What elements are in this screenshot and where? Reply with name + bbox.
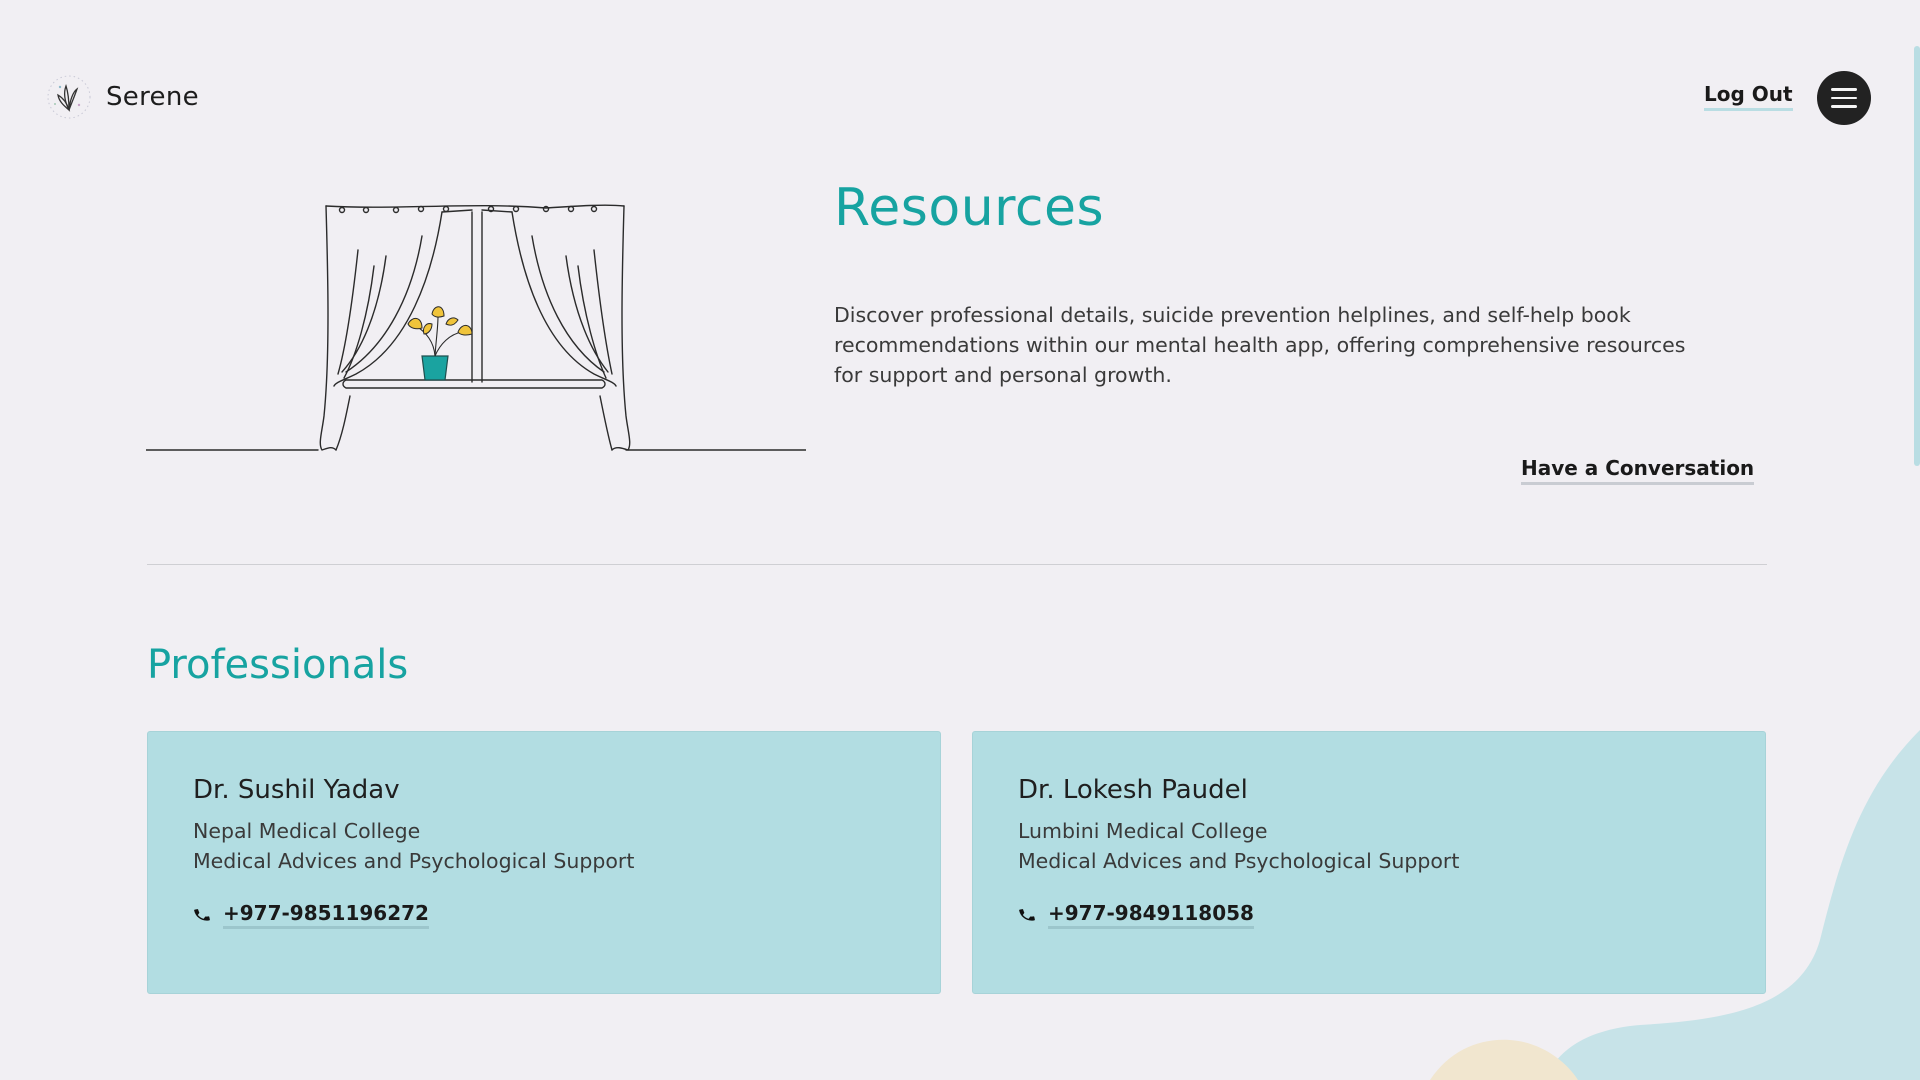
sand-blob: [1430, 1039, 1578, 1080]
scrollbar-thumb[interactable]: [1914, 46, 1920, 466]
professional-college: Lumbini Medical College: [1018, 819, 1268, 843]
logout-link[interactable]: Log Out: [1704, 82, 1793, 111]
professional-card: Dr. Sushil Yadav Nepal Medical College M…: [147, 731, 941, 994]
scrollbar[interactable]: [1914, 0, 1920, 1080]
hero-description: Discover professional details, suicide p…: [834, 303, 1686, 387]
window-illustration: [146, 204, 806, 451]
section-divider: [147, 564, 1767, 565]
brand-logo-link[interactable]: Serene: [46, 74, 199, 120]
phone-icon: [194, 909, 210, 921]
professional-name: Dr. Sushil Yadav: [193, 775, 400, 805]
professional-phone-row: +977-9851196272: [193, 901, 429, 929]
professional-service: Medical Advices and Psychological Suppor…: [1018, 849, 1460, 873]
phone-icon: [1019, 909, 1035, 921]
page-title: Resources: [834, 178, 1105, 238]
brand-name: Serene: [106, 82, 199, 112]
have-conversation-link[interactable]: Have a Conversation: [1521, 456, 1755, 485]
professional-phone-row: +977-9849118058: [1018, 901, 1254, 929]
professionals-heading: Professionals: [147, 642, 409, 688]
professional-phone-link[interactable]: +977-9851196272: [223, 901, 429, 929]
professional-college: Nepal Medical College: [193, 819, 421, 843]
hamburger-icon: [1831, 88, 1857, 108]
professional-phone-link[interactable]: +977-9849118058: [1048, 901, 1254, 929]
page: Serene Log Out Resources Discover profes…: [0, 0, 1920, 1080]
lotus-logo-icon: [47, 75, 91, 119]
professional-name: Dr. Lokesh Paudel: [1018, 775, 1248, 805]
professional-service: Medical Advices and Psychological Suppor…: [193, 849, 635, 873]
menu-button[interactable]: [1817, 71, 1871, 125]
professional-card: Dr. Lokesh Paudel Lumbini Medical Colleg…: [972, 731, 1766, 994]
